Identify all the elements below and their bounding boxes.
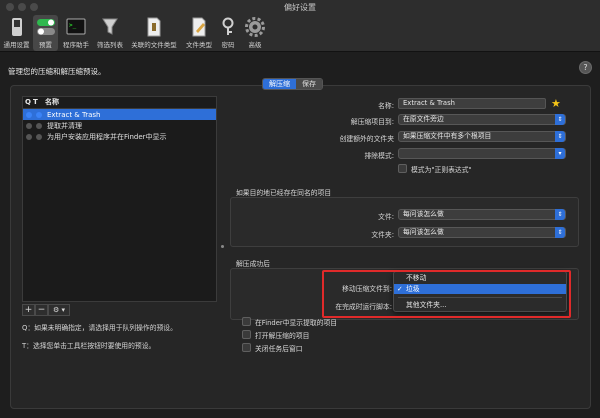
file-conflict-value: 每问该怎么做	[403, 210, 444, 218]
chevron-updown-icon: ⇕	[555, 209, 565, 220]
page-description: 管理您的压缩和解压缩预设。	[8, 67, 106, 76]
preset-list-header: Q T 名称	[23, 97, 216, 109]
toolbar-general[interactable]: 通用设置	[1, 15, 32, 51]
column-name[interactable]: 名称	[43, 97, 59, 108]
column-q[interactable]: Q	[23, 97, 33, 108]
preset-row[interactable]: Extract & Trash	[23, 109, 216, 120]
toolbar-filetypes[interactable]: 文件类型	[183, 15, 215, 51]
gear-icon	[245, 17, 265, 37]
preferences-toolbar: 通用设置 预置 >_ 程序助手 筛选列表 关联的文件类型 文件类型 密码 高级	[0, 14, 600, 52]
extract-to-value: 在原文件旁边	[403, 115, 444, 123]
toggles-icon	[36, 17, 56, 37]
create-folder-popup[interactable]: 如果压缩文件中有多个根项目 ⇕	[398, 131, 566, 142]
toolbar-presets[interactable]: 预置	[33, 15, 58, 51]
chevron-updown-icon: ⇕	[555, 114, 565, 125]
close-window-label: 关闭任务后窗口	[255, 345, 303, 353]
toolbar-note: T：选择您单击工具栏按钮时要使用的预设。	[22, 342, 156, 350]
extract-to-popup[interactable]: 在原文件旁边 ⇕	[398, 114, 566, 125]
name-field[interactable]: Extract & Trash	[398, 98, 546, 109]
highlight-box	[322, 270, 571, 318]
mode-tabs: 解压缩 保存	[262, 78, 323, 90]
regex-label: 模式为"正则表达式"	[411, 166, 472, 174]
chevron-down-icon: ▾	[555, 148, 565, 159]
toolbar-default-indicator[interactable]	[36, 111, 42, 118]
create-folder-label: 创建额外的文件夹	[339, 135, 394, 143]
window-title: 偏好设置	[284, 3, 316, 12]
file-conflict-label: 文件:	[378, 213, 394, 221]
conflict-group	[230, 197, 579, 247]
queue-default-indicator[interactable]	[26, 122, 32, 129]
preset-list-buttons: + − ⚙ ▾	[22, 304, 70, 316]
add-preset-button[interactable]: +	[22, 304, 35, 316]
toolbar-associated-filetypes[interactable]: 关联的文件类型	[127, 15, 181, 51]
show-in-finder-label: 在Finder中显示提取的项目	[255, 319, 338, 327]
toolbar-default-indicator[interactable]	[36, 133, 42, 140]
split-handle[interactable]	[221, 245, 224, 248]
favorite-star-icon[interactable]: ★	[551, 97, 561, 110]
toolbar-passwords[interactable]: 密码	[216, 15, 240, 51]
name-label: 名称:	[378, 102, 394, 110]
create-folder-value: 如果压缩文件中有多个根项目	[403, 132, 492, 140]
chevron-updown-icon: ⇕	[555, 131, 565, 142]
column-t[interactable]: T	[33, 97, 43, 108]
open-extracted-checkbox[interactable]	[242, 330, 251, 339]
archive-doc-icon	[144, 17, 164, 37]
funnel-icon	[100, 17, 120, 37]
doc-edit-icon	[189, 17, 209, 37]
switch-icon	[7, 17, 27, 37]
queue-default-indicator[interactable]	[26, 111, 32, 118]
title-bar: 偏好设置	[0, 0, 600, 14]
preset-row[interactable]: 提取并清理	[23, 120, 216, 131]
show-in-finder-checkbox[interactable]	[242, 317, 251, 326]
conflict-group-title: 如果目的地已经存在同名的项目	[236, 189, 332, 197]
exclude-label: 排除模式:	[364, 152, 394, 160]
toolbar-default-indicator[interactable]	[36, 122, 42, 129]
chevron-updown-icon: ⇕	[555, 227, 565, 238]
toolbar-helpers[interactable]: >_ 程序助手	[60, 15, 92, 51]
toolbar-advanced[interactable]: 高级	[243, 15, 267, 51]
preset-name: 提取并清理	[47, 121, 82, 130]
regex-checkbox[interactable]	[398, 164, 407, 173]
open-extracted-label: 打开解压缩的项目	[255, 332, 310, 340]
success-group-title: 解压成功后	[236, 260, 270, 268]
preset-action-menu[interactable]: ⚙ ▾	[48, 304, 70, 316]
preset-name: 为用户安装应用程序并在Finder中显示	[47, 132, 167, 141]
close-window-checkbox[interactable]	[242, 343, 251, 352]
tab-extract[interactable]: 解压缩	[263, 79, 296, 89]
preset-row[interactable]: 为用户安装应用程序并在Finder中显示	[23, 131, 216, 142]
key-icon	[218, 17, 238, 37]
toolbar-filters[interactable]: 筛选列表	[94, 15, 126, 51]
tab-save[interactable]: 保存	[296, 79, 322, 89]
extract-to-label: 解压缩项目到:	[350, 118, 394, 126]
help-button[interactable]: ?	[579, 61, 592, 74]
terminal-icon: >_	[66, 17, 86, 37]
svg-text:>_: >_	[69, 22, 77, 29]
exclude-pattern-field[interactable]: ▾	[398, 148, 566, 159]
folder-conflict-value: 每问该怎么做	[403, 228, 444, 236]
file-conflict-popup[interactable]: 每问该怎么做 ⇕	[398, 209, 566, 220]
queue-note: Q：如果未明确指定，请选择用于队列操作的预设。	[22, 324, 177, 332]
preset-list: Q T 名称 Extract & Trash 提取并清理 为用户安装应用程序并在…	[22, 96, 217, 302]
folder-conflict-popup[interactable]: 每问该怎么做 ⇕	[398, 227, 566, 238]
folder-conflict-label: 文件夹:	[371, 231, 394, 239]
queue-default-indicator[interactable]	[26, 133, 32, 140]
preset-name: Extract & Trash	[47, 110, 101, 119]
remove-preset-button[interactable]: −	[35, 304, 48, 316]
